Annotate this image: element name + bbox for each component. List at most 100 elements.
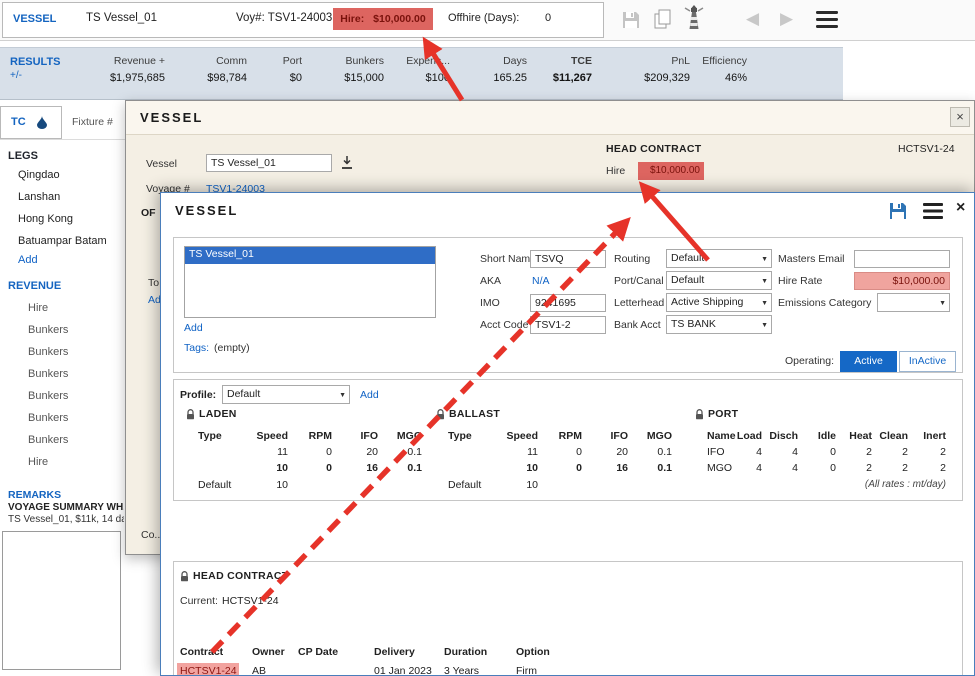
revenue-item[interactable]: Bunkers <box>28 368 68 380</box>
cell[interactable]: 0 <box>802 446 836 458</box>
routing-select[interactable]: Default▼ <box>666 249 772 268</box>
close-icon[interactable]: × <box>956 199 965 217</box>
revenue-item[interactable]: Bunkers <box>28 434 68 446</box>
bank-acct-select[interactable]: TS BANK▼ <box>666 315 772 334</box>
cell[interactable]: 4 <box>764 446 798 458</box>
masters-email-input[interactable] <box>854 250 950 268</box>
revenue-item[interactable]: Bunkers <box>28 412 68 424</box>
aka-link[interactable]: N/A <box>532 275 550 287</box>
vessel-input[interactable]: TS Vessel_01 <box>206 154 332 172</box>
cell[interactable]: 0 <box>542 446 582 458</box>
results-title[interactable]: RESULTS <box>10 56 61 68</box>
cell[interactable]: 10 <box>236 479 288 491</box>
revenue-title: REVENUE <box>8 280 61 292</box>
cell[interactable]: 11 <box>236 446 288 458</box>
hire-highlight[interactable]: Hire: $10,000.00 <box>333 8 433 30</box>
cell[interactable]: 0 <box>802 462 836 474</box>
cell[interactable]: 16 <box>336 462 378 474</box>
cell[interactable]: 0 <box>542 462 582 474</box>
profile-select[interactable]: Default▼ <box>222 385 350 404</box>
cell[interactable]: 4 <box>728 446 762 458</box>
cell[interactable]: 0 <box>292 462 332 474</box>
voyage-number[interactable]: Voy#: TSV1-24003 <box>236 12 332 24</box>
hire-field[interactable]: $10,000.00 <box>638 162 704 180</box>
menu-icon[interactable] <box>923 203 943 219</box>
cell[interactable]: 16 <box>586 462 628 474</box>
profile-add-link[interactable]: Add <box>360 389 379 401</box>
cell[interactable]: 20 <box>336 446 378 458</box>
clipped-text-fragment: To <box>148 277 159 289</box>
results-col-efficiency: Efficiency46% <box>657 55 747 84</box>
leg-item[interactable]: Batuampar Batam <box>18 235 124 247</box>
cell[interactable]: 4 <box>728 462 762 474</box>
cell[interactable]: 10 <box>236 462 288 474</box>
cell[interactable]: 2 <box>874 446 908 458</box>
cell[interactable]: 10 <box>486 462 538 474</box>
acct-code-input[interactable]: TSV1-2 <box>530 316 606 334</box>
app-window: VESSEL TS Vessel_01 Voy#: TSV1-24003 Hir… <box>0 0 975 676</box>
col-header: MGO <box>380 430 422 442</box>
copy-icon[interactable] <box>653 8 673 32</box>
vessel-list-selected-item[interactable]: TS Vessel_01 <box>185 247 435 264</box>
hire-rate-input[interactable]: $10,000.00 <box>854 272 950 290</box>
revenue-item[interactable]: Bunkers <box>28 346 68 358</box>
aka-label: AKA <box>480 275 501 287</box>
tags-link[interactable]: Tags: <box>184 342 209 354</box>
contract-cell[interactable]: HCTSV1-24 <box>177 663 239 676</box>
cell[interactable]: 4 <box>764 462 798 474</box>
cell[interactable]: 2 <box>838 462 872 474</box>
cell[interactable]: 01 Jan 2023 <box>374 665 436 676</box>
imo-input[interactable]: 9241695 <box>530 294 606 312</box>
vessel-list[interactable]: TS Vessel_01 <box>184 246 436 318</box>
cell[interactable]: 0.1 <box>380 446 422 458</box>
close-icon[interactable]: × <box>950 107 970 127</box>
legs-add-link[interactable]: Add <box>18 254 38 266</box>
head-contract-ref[interactable]: HCTSV1-24 <box>898 143 955 155</box>
col-header: Contract <box>180 646 244 658</box>
save-icon[interactable] <box>620 9 642 31</box>
cell[interactable]: Firm <box>516 665 564 676</box>
lighthouse-icon[interactable] <box>682 4 706 32</box>
revenue-item[interactable]: Hire <box>28 302 48 314</box>
results-plusminus[interactable]: +/- <box>10 70 22 81</box>
leg-item[interactable]: Qingdao <box>18 169 60 181</box>
active-button[interactable]: Active <box>840 351 897 372</box>
revenue-item[interactable]: Bunkers <box>28 324 68 336</box>
short-name-input[interactable]: TSVQ <box>530 250 606 268</box>
cell[interactable]: 0.1 <box>380 462 422 474</box>
col-header: CP Date <box>298 646 348 658</box>
vessel-add-link[interactable]: Add <box>184 322 203 334</box>
ballast-title: BALLAST <box>449 408 500 420</box>
cell[interactable]: AB Ship... <box>252 665 298 676</box>
cell[interactable]: 2 <box>912 462 946 474</box>
cell[interactable]: 10 <box>486 479 538 491</box>
current-contract: HCTSV1-24 <box>222 595 279 607</box>
cell[interactable]: 0.1 <box>630 462 672 474</box>
cell[interactable]: 2 <box>838 446 872 458</box>
cell[interactable]: 2 <box>912 446 946 458</box>
revenue-item[interactable]: Bunkers <box>28 390 68 402</box>
leg-item[interactable]: Lanshan <box>18 191 60 203</box>
menu-icon[interactable] <box>816 11 838 28</box>
cell[interactable]: 2 <box>874 462 908 474</box>
port-canal-select[interactable]: Default▼ <box>666 271 772 290</box>
cell[interactable]: 11 <box>486 446 538 458</box>
cell[interactable]: 0.1 <box>630 446 672 458</box>
remarks-box[interactable] <box>2 531 121 670</box>
save-icon[interactable] <box>887 200 909 222</box>
forward-icon[interactable]: ▶ <box>780 9 793 29</box>
letterhead-select[interactable]: Active Shipping▼ <box>666 293 772 312</box>
cell[interactable]: 3 Years <box>444 665 500 676</box>
back-icon[interactable]: ◀ <box>746 9 759 29</box>
offhire-label: Offhire (Days): <box>448 12 519 24</box>
vessel-name[interactable]: TS Vessel_01 <box>86 12 157 24</box>
emissions-category-select[interactable]: ▼ <box>877 293 950 312</box>
cell[interactable]: 20 <box>586 446 628 458</box>
download-icon[interactable] <box>340 155 354 170</box>
cell[interactable]: 0 <box>292 446 332 458</box>
offhire-value: 0 <box>545 12 551 24</box>
inactive-button[interactable]: InActive <box>899 351 956 372</box>
leg-item[interactable]: Hong Kong <box>18 213 73 225</box>
tab-tc[interactable]: TC <box>0 106 62 139</box>
revenue-item[interactable]: Hire <box>28 456 48 468</box>
